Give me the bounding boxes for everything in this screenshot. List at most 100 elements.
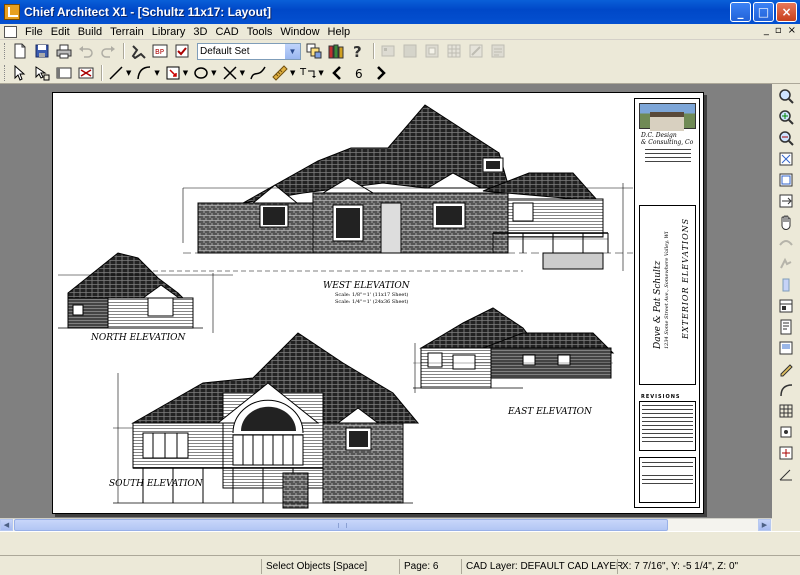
box-dropdown-icon[interactable]: ▼ bbox=[183, 69, 188, 77]
dimension-dropdown-icon[interactable]: ▼ bbox=[290, 69, 295, 77]
menu-terrain[interactable]: Terrain bbox=[106, 26, 148, 38]
menu-help[interactable]: Help bbox=[324, 26, 355, 38]
horizontal-scrollbar[interactable]: ◀ ▶ bbox=[0, 518, 772, 531]
fill-window-icon bbox=[779, 152, 793, 165]
pan-window-button[interactable] bbox=[776, 170, 796, 189]
circle-dropdown-icon[interactable]: ▼ bbox=[211, 69, 216, 77]
tools-button[interactable] bbox=[128, 42, 148, 60]
point-tool-button[interactable] bbox=[220, 64, 240, 82]
pan-hand-button[interactable] bbox=[776, 212, 796, 231]
print-button[interactable] bbox=[54, 42, 74, 60]
menu-window[interactable]: Window bbox=[276, 26, 323, 38]
swap-view-button[interactable] bbox=[776, 191, 796, 210]
layout-tool-3-button[interactable] bbox=[422, 42, 442, 60]
layer-display-button[interactable] bbox=[304, 42, 324, 60]
save-button[interactable] bbox=[32, 42, 52, 60]
fill-window-button[interactable] bbox=[776, 149, 796, 168]
chevron-right-icon bbox=[376, 65, 386, 80]
edit-handles-button[interactable] bbox=[32, 64, 52, 82]
zoom-in-button[interactable] bbox=[776, 107, 796, 126]
layout-page-button[interactable] bbox=[776, 296, 796, 315]
scroll-right-arrow-icon[interactable]: ▶ bbox=[758, 519, 771, 531]
document-icon[interactable] bbox=[4, 25, 17, 38]
north-elevation bbox=[58, 252, 233, 333]
default-set-select[interactable]: Default Set ▼ bbox=[197, 42, 301, 60]
layout-sheet[interactable]: WEST ELEVATION Scale: 1/8"=1' (11x17 She… bbox=[52, 92, 704, 514]
menu-library[interactable]: Library bbox=[148, 26, 190, 38]
line-dropdown-icon[interactable]: ▼ bbox=[126, 69, 131, 77]
west-elevation-label: WEST ELEVATION bbox=[323, 281, 410, 291]
grid-button[interactable] bbox=[776, 401, 796, 420]
redo-button[interactable] bbox=[98, 42, 118, 60]
mdi-minimize-button[interactable]: _ bbox=[764, 25, 769, 36]
scroll-box-icon bbox=[782, 278, 790, 291]
zoom-out-button[interactable] bbox=[776, 128, 796, 147]
arc-dropdown-icon[interactable]: ▼ bbox=[154, 69, 159, 77]
library-button[interactable] bbox=[326, 42, 346, 60]
status-page: Page: 6 bbox=[399, 559, 457, 574]
zoom-in-icon bbox=[779, 109, 794, 125]
menu-cad[interactable]: CAD bbox=[211, 26, 242, 38]
page-setup-button[interactable] bbox=[776, 317, 796, 336]
company-info-lines bbox=[645, 149, 691, 165]
mdi-restore-button[interactable]: ▫ bbox=[775, 25, 782, 36]
close-button[interactable]: × bbox=[776, 2, 797, 22]
menu-tools[interactable]: Tools bbox=[243, 26, 277, 38]
select-objects-button[interactable] bbox=[10, 64, 30, 82]
arc-view-button[interactable] bbox=[776, 380, 796, 399]
angle-icon bbox=[779, 469, 792, 480]
menu-file[interactable]: File bbox=[21, 26, 47, 38]
window-button[interactable] bbox=[776, 338, 796, 357]
undo-button[interactable] bbox=[76, 42, 96, 60]
horizontal-scroll-thumb[interactable] bbox=[14, 519, 668, 531]
circle-tool-button[interactable] bbox=[191, 64, 211, 82]
sheet-info-table bbox=[639, 457, 696, 503]
layout-box-button[interactable] bbox=[54, 64, 74, 82]
point-dropdown-icon[interactable]: ▼ bbox=[240, 69, 245, 77]
spline-tool-button[interactable] bbox=[248, 64, 268, 82]
mdi-close-button[interactable]: × bbox=[788, 25, 796, 36]
status-mode: Select Objects [Space] bbox=[261, 559, 395, 574]
undo-zoom-button[interactable] bbox=[776, 233, 796, 252]
redo-zoom-button[interactable] bbox=[776, 254, 796, 273]
save-icon bbox=[35, 44, 49, 58]
layout-tool-1-button[interactable] bbox=[378, 42, 398, 60]
toolbar-grip[interactable] bbox=[4, 43, 7, 59]
svg-text:?: ? bbox=[353, 43, 362, 59]
drawing-area[interactable]: WEST ELEVATION Scale: 1/8"=1' (11x17 She… bbox=[0, 84, 772, 518]
layout-tool-4-button[interactable] bbox=[444, 42, 464, 60]
new-button[interactable] bbox=[10, 42, 30, 60]
next-page-button[interactable] bbox=[371, 64, 391, 82]
window-frame-icon bbox=[779, 173, 793, 186]
menu-3d[interactable]: 3D bbox=[189, 26, 211, 38]
zoom-button[interactable] bbox=[776, 86, 796, 105]
previous-page-button[interactable] bbox=[327, 64, 347, 82]
menu-build[interactable]: Build bbox=[74, 26, 106, 38]
layout-tool-6-button[interactable] bbox=[488, 42, 508, 60]
text-dropdown-icon[interactable]: ▼ bbox=[318, 69, 323, 77]
line-tool-button[interactable] bbox=[106, 64, 126, 82]
checklist-button[interactable] bbox=[172, 42, 192, 60]
text-tool-button[interactable]: T bbox=[298, 64, 318, 82]
layout-tool-5-button[interactable] bbox=[466, 42, 486, 60]
minimize-button[interactable]: _ bbox=[730, 2, 751, 22]
draw-tool-button[interactable] bbox=[776, 359, 796, 378]
layout-tool-2-button[interactable] bbox=[400, 42, 420, 60]
snap-button[interactable] bbox=[776, 422, 796, 441]
arc-tool-button[interactable] bbox=[134, 64, 154, 82]
curve-icon bbox=[780, 383, 793, 396]
maximize-button[interactable]: □ bbox=[753, 2, 774, 22]
box-tool-button[interactable] bbox=[163, 64, 183, 82]
point-marker-button[interactable] bbox=[776, 443, 796, 462]
toolbar-separator bbox=[373, 43, 375, 59]
menu-edit[interactable]: Edit bbox=[47, 26, 74, 38]
toolbar-grip[interactable] bbox=[4, 64, 7, 81]
page-number-button[interactable]: 6 bbox=[349, 64, 369, 82]
plan-button[interactable]: BP bbox=[150, 42, 170, 60]
delete-box-button[interactable] bbox=[76, 64, 96, 82]
help-button[interactable]: ? bbox=[348, 42, 368, 60]
dimension-tool-button[interactable] bbox=[270, 64, 290, 82]
scroll-left-arrow-icon[interactable]: ◀ bbox=[0, 519, 13, 531]
scroll-indicator-button[interactable] bbox=[776, 275, 796, 294]
angle-snap-button[interactable] bbox=[776, 464, 796, 483]
